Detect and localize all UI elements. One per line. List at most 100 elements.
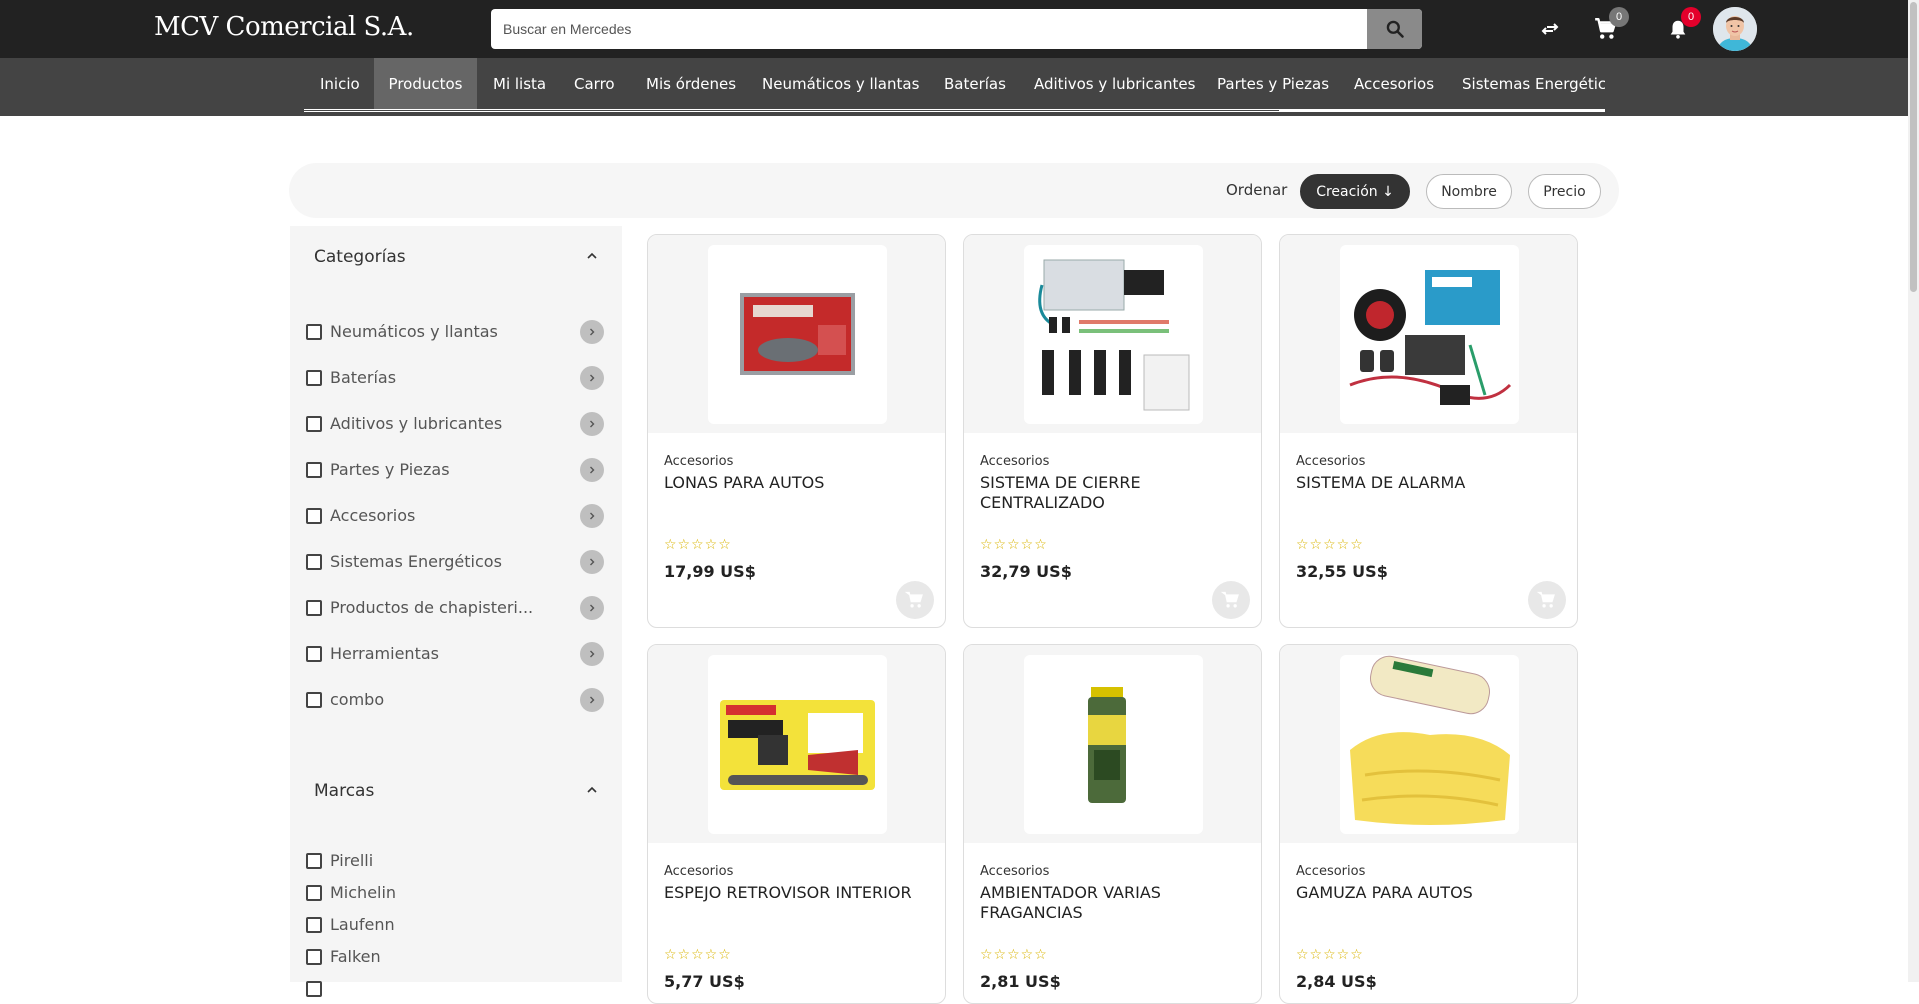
category-item[interactable]: Neumáticos y llantas: [306, 320, 606, 344]
category-checkbox[interactable]: [306, 370, 322, 386]
categories-title[interactable]: Categorías: [314, 247, 406, 267]
shopping-cart-icon: [905, 591, 923, 608]
category-item[interactable]: Accesorios: [306, 504, 606, 528]
expand-category-button[interactable]: [580, 504, 604, 528]
expand-category-button[interactable]: [580, 642, 604, 666]
product-image[interactable]: [1024, 245, 1203, 424]
nav-item-mi-lista[interactable]: Mi lista: [477, 58, 562, 109]
expand-category-button[interactable]: [580, 412, 604, 436]
chevron-right-icon: [590, 558, 595, 566]
expand-category-button[interactable]: [580, 596, 604, 620]
nav-item-accesorios[interactable]: Accesorios: [1338, 58, 1450, 109]
cart-count-badge: 0: [1609, 7, 1629, 27]
notifications-button[interactable]: 0: [1663, 7, 1701, 44]
category-checkbox[interactable]: [306, 692, 322, 708]
product-category: Accesorios: [664, 864, 734, 879]
add-to-cart-button[interactable]: [1212, 581, 1250, 619]
category-item[interactable]: Herramientas: [306, 642, 606, 666]
add-to-cart-button[interactable]: [896, 581, 934, 619]
main-navigation: Inicio Productos Mi lista Carro Mis órde…: [0, 58, 1908, 116]
chevron-right-icon: [590, 328, 595, 336]
chevron-up-icon[interactable]: [585, 783, 599, 797]
brand-label: Laufenn: [330, 915, 395, 934]
sort-bar: [289, 163, 1619, 218]
page-scrollbar[interactable]: [1908, 0, 1919, 982]
user-avatar[interactable]: [1713, 7, 1757, 51]
search-button[interactable]: [1367, 9, 1422, 49]
product-image[interactable]: [1024, 655, 1203, 834]
category-checkbox[interactable]: [306, 646, 322, 662]
nav-item-baterias[interactable]: Baterías: [928, 58, 1022, 109]
category-item[interactable]: Productos de chapisteri...: [306, 596, 606, 620]
sort-name-button[interactable]: Nombre: [1426, 174, 1512, 209]
product-card[interactable]: Accesorios SISTEMA DE CIERRE CENTRALIZAD…: [963, 234, 1262, 628]
product-card[interactable]: Accesorios LONAS PARA AUTOS ☆☆☆☆☆ 17,99 …: [647, 234, 946, 628]
chevron-right-icon: [590, 512, 595, 520]
expand-category-button[interactable]: [580, 550, 604, 574]
product-price: 32,55 US$: [1296, 562, 1388, 581]
product-image-area: [648, 235, 945, 433]
nav-item-sistemas[interactable]: Sistemas Energéticos: [1446, 58, 1605, 109]
product-name[interactable]: LONAS PARA AUTOS: [664, 473, 929, 493]
brand-checkbox[interactable]: [306, 981, 322, 997]
product-image[interactable]: [1340, 245, 1519, 424]
chevron-up-icon[interactable]: [585, 249, 599, 263]
category-checkbox[interactable]: [306, 462, 322, 478]
expand-category-button[interactable]: [580, 366, 604, 390]
sort-price-button[interactable]: Precio: [1528, 174, 1601, 209]
scrollbar-thumb[interactable]: [1910, 2, 1917, 292]
category-item[interactable]: Aditivos y lubricantes: [306, 412, 606, 436]
category-item[interactable]: Partes y Piezas: [306, 458, 606, 482]
category-item[interactable]: Sistemas Energéticos: [306, 550, 606, 574]
product-name[interactable]: AMBIENTADOR VARIAS FRAGANCIAS: [980, 883, 1245, 923]
rating-stars: ☆☆☆☆☆: [1296, 537, 1364, 553]
product-image[interactable]: [708, 655, 887, 834]
product-card[interactable]: Accesorios ESPEJO RETROVISOR INTERIOR ☆☆…: [647, 644, 946, 1004]
alarm-system-image: [1349, 270, 1512, 405]
nav-item-neumaticos[interactable]: Neumáticos y llantas: [746, 58, 935, 109]
expand-category-button[interactable]: [580, 688, 604, 712]
product-card[interactable]: Accesorios AMBIENTADOR VARIAS FRAGANCIAS…: [963, 644, 1262, 1004]
category-checkbox[interactable]: [306, 600, 322, 616]
category-item[interactable]: combo: [306, 688, 606, 712]
brand-checkbox[interactable]: [306, 853, 322, 869]
category-checkbox[interactable]: [306, 416, 322, 432]
nav-item-mis-ordenes[interactable]: Mis órdenes: [630, 58, 752, 109]
search-input[interactable]: [491, 9, 1367, 49]
category-checkbox[interactable]: [306, 324, 322, 340]
category-checkbox[interactable]: [306, 508, 322, 524]
product-name[interactable]: SISTEMA DE CIERRE CENTRALIZADO: [980, 473, 1245, 513]
brand-checkbox[interactable]: [306, 917, 322, 933]
expand-category-button[interactable]: [580, 458, 604, 482]
brands-title[interactable]: Marcas: [314, 781, 374, 801]
nav-item-productos[interactable]: Productos: [374, 58, 477, 109]
nav-items-container: Inicio Productos Mi lista Carro Mis órde…: [304, 58, 1605, 116]
product-image-area: [1280, 235, 1577, 433]
nav-item-partes[interactable]: Partes y Piezas: [1201, 58, 1345, 109]
product-card[interactable]: Accesorios SISTEMA DE ALARMA ☆☆☆☆☆ 32,55…: [1279, 234, 1578, 628]
add-to-cart-button[interactable]: [1528, 581, 1566, 619]
product-image[interactable]: [708, 245, 887, 424]
product-name[interactable]: GAMUZA PARA AUTOS: [1296, 883, 1561, 903]
brand-checkbox[interactable]: [306, 949, 322, 965]
sort-creation-button[interactable]: Creación ↓: [1300, 174, 1410, 209]
nav-item-inicio[interactable]: Inicio: [304, 58, 376, 109]
product-name[interactable]: SISTEMA DE ALARMA: [1296, 473, 1561, 493]
product-price: 17,99 US$: [664, 562, 756, 581]
shopping-cart-icon: [1537, 591, 1555, 608]
chevron-right-icon: [590, 650, 595, 658]
cart-button[interactable]: 0: [1591, 7, 1629, 44]
product-name[interactable]: ESPEJO RETROVISOR INTERIOR: [664, 883, 929, 903]
chevron-right-icon: [590, 420, 595, 428]
nav-item-aditivos[interactable]: Aditivos y lubricantes: [1018, 58, 1211, 109]
product-image-area: [964, 235, 1261, 433]
category-item[interactable]: Baterías: [306, 366, 606, 390]
brand-checkbox[interactable]: [306, 885, 322, 901]
expand-category-button[interactable]: [580, 320, 604, 344]
compare-button[interactable]: [1535, 14, 1565, 44]
nav-item-carro[interactable]: Carro: [558, 58, 631, 109]
product-image[interactable]: [1340, 655, 1519, 834]
product-card[interactable]: Accesorios GAMUZA PARA AUTOS ☆☆☆☆☆ 2,84 …: [1279, 644, 1578, 1004]
site-logo[interactable]: MCV Comercial S.A.: [154, 12, 414, 42]
category-checkbox[interactable]: [306, 554, 322, 570]
